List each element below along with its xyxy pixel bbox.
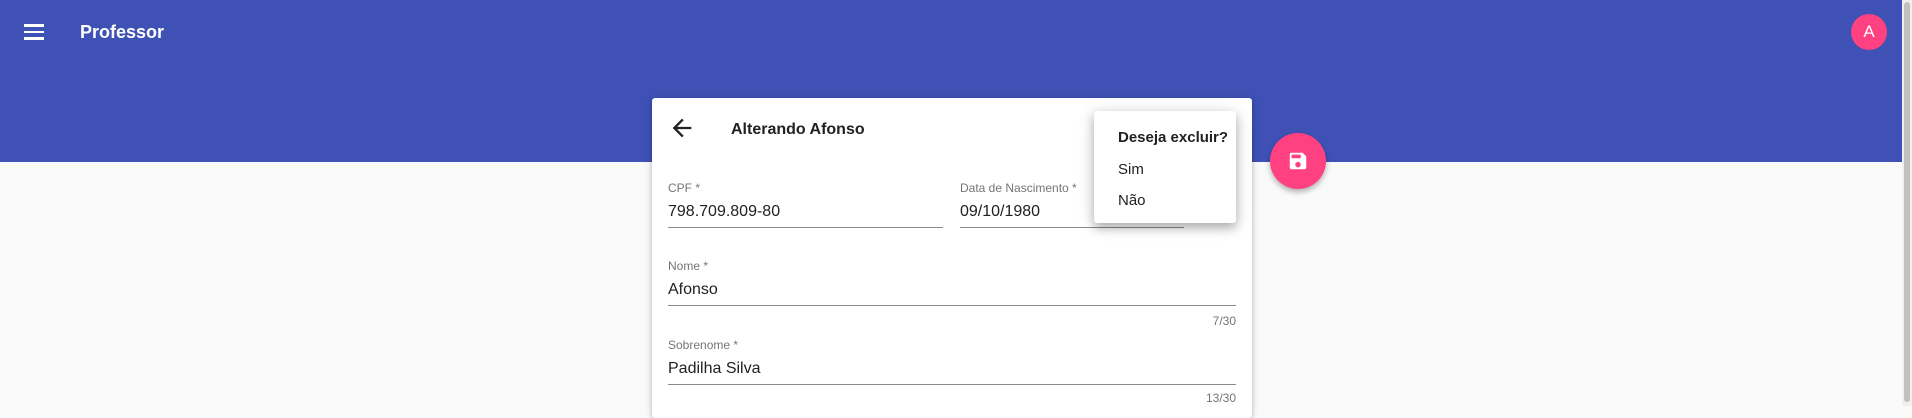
menu-icon[interactable] [22, 20, 46, 44]
sobrenome-input[interactable]: Padilha Silva [668, 358, 1236, 385]
nome-input[interactable]: Afonso [668, 279, 1236, 306]
nome-counter: 7/30 [1212, 314, 1236, 328]
sobrenome-label: Sobrenome * [668, 338, 739, 352]
cpf-label: CPF * [668, 181, 701, 195]
arrow-back-icon[interactable] [668, 114, 696, 142]
delete-no-option[interactable]: Não [1118, 192, 1146, 209]
user-avatar[interactable]: A [1851, 14, 1887, 50]
form-title: Alterando Afonso [731, 121, 865, 138]
app-title: Professor [80, 22, 165, 42]
cpf-input[interactable]: 798.709.809-80 [668, 201, 943, 228]
nome-field[interactable]: Nome * Afonso [668, 259, 1236, 306]
delete-confirm-menu: Deseja excluir? Sim Não [1094, 111, 1236, 223]
delete-question: Deseja excluir? [1118, 129, 1229, 146]
sobrenome-counter: 13/30 [1205, 391, 1236, 405]
delete-yes-option[interactable]: Sim [1118, 161, 1144, 178]
cpf-field[interactable]: CPF * 798.709.809-80 [668, 181, 943, 228]
save-icon [1289, 152, 1307, 170]
scrollbar-thumb[interactable] [1904, 2, 1910, 402]
sobrenome-field[interactable]: Sobrenome * Padilha Silva [668, 338, 1236, 385]
save-button[interactable] [1270, 133, 1326, 189]
nome-label: Nome * [668, 259, 709, 273]
